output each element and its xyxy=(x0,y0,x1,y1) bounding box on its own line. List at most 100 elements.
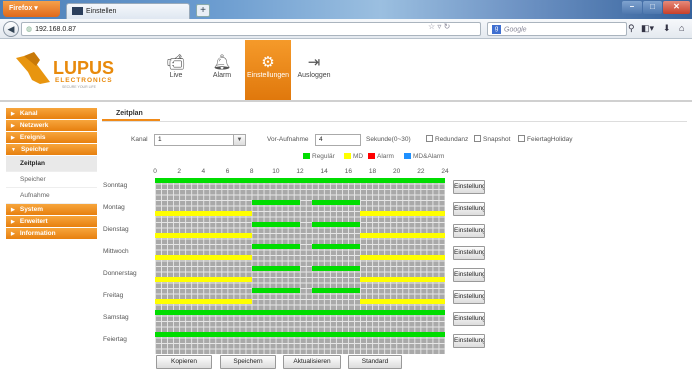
prerecord-input[interactable]: 4 xyxy=(315,134,361,146)
regular-segment xyxy=(312,288,361,293)
chevron-down-icon: ▼ xyxy=(233,135,245,145)
hour-tick: 20 xyxy=(393,168,401,175)
browser-title-bar: Firefox ▾ Einstellen + – □ ✕ xyxy=(0,0,692,19)
setting-button-mittwoch[interactable]: Einstellung xyxy=(453,246,485,260)
schedule-row[interactable] xyxy=(155,244,445,266)
setting-button-sonntag[interactable]: Einstellung xyxy=(453,180,485,194)
redundanz-checkbox[interactable] xyxy=(426,135,433,142)
save-button[interactable]: Speichern xyxy=(220,355,276,369)
hour-tick: 4 xyxy=(201,168,206,175)
download-icon[interactable]: ⬇ xyxy=(663,23,671,34)
legend-swatch xyxy=(344,153,351,160)
dropdown-arrow-icon[interactable]: ▿ xyxy=(437,22,441,31)
md-segment xyxy=(155,255,252,260)
chevron-right-icon: ▶ xyxy=(11,135,15,141)
kanal-value: 1 xyxy=(158,136,162,143)
firefox-menu-button[interactable]: Firefox ▾ xyxy=(3,1,60,17)
day-label-donnerstag: Donnerstag xyxy=(103,270,137,277)
schedule-row[interactable] xyxy=(155,288,445,310)
hour-tick: 16 xyxy=(344,168,352,175)
nav-live[interactable]: 📹︎ Live xyxy=(153,40,199,100)
tab-divider xyxy=(102,121,687,122)
schedule-row[interactable] xyxy=(155,178,445,200)
nav-alarm[interactable]: 🔔︎ Alarm xyxy=(199,40,245,100)
setting-button-samstag[interactable]: Einstellung xyxy=(453,312,485,326)
svg-text:SECURE YOUR LIFE: SECURE YOUR LIFE xyxy=(62,85,97,89)
back-button[interactable]: ◀ xyxy=(3,21,19,37)
home-icon[interactable]: ⌂ xyxy=(679,23,684,33)
sidebar-group-netzwerk[interactable]: ▶ Netzwerk xyxy=(6,120,97,131)
sidebar: ▶ Kanal ▶ Netzwerk ▶ Ereignis ▼ Speicher Zei… xyxy=(6,108,97,240)
url-bar[interactable]: ◍ 192.168.0.87 xyxy=(21,22,481,36)
new-tab-button[interactable]: + xyxy=(196,4,210,17)
reload-icon[interactable]: ↻ xyxy=(444,22,451,31)
nav-ausloggen[interactable]: ⇥ Ausloggen xyxy=(291,40,337,100)
day-label-sonntag: Sonntag xyxy=(103,182,128,189)
minimize-button[interactable]: – xyxy=(622,1,642,14)
globe-icon: ◍ xyxy=(26,26,33,33)
snapshot-checkbox[interactable] xyxy=(474,135,481,142)
sidebar-item-zeitplan[interactable]: Zeitplan xyxy=(6,156,97,172)
regular-segment xyxy=(312,244,361,249)
sidebar-group-information[interactable]: ▶ Information xyxy=(6,228,97,239)
redundanz-label: Redundanz xyxy=(435,136,469,143)
hour-tick: 22 xyxy=(417,168,425,175)
copy-button[interactable]: Kopieren xyxy=(156,355,212,369)
setting-button-feiertag[interactable]: Einstellung xyxy=(453,334,485,348)
hour-tick: 12 xyxy=(296,168,304,175)
holiday-checkbox[interactable] xyxy=(518,135,525,142)
tab-zeitplan[interactable]: Zeitplan xyxy=(102,108,160,121)
sidebar-group-speicher[interactable]: ▼ Speicher xyxy=(6,144,97,155)
search-placeholder: Google xyxy=(504,26,527,34)
prerecord-unit: Sekunde(0~30) xyxy=(366,136,411,143)
schedule-row[interactable] xyxy=(155,200,445,222)
hour-tick: 0 xyxy=(153,168,157,175)
close-window-button[interactable]: ✕ xyxy=(663,1,690,14)
kanal-select[interactable]: 1 ▼ xyxy=(154,134,246,146)
browser-nav-bar: ◀ ◍ 192.168.0.87 ☆ ▿ ↻ g Google ⚲ ◧▾ ⬇ ⌂ xyxy=(0,19,692,39)
bookmarks-icon[interactable]: ◧▾ xyxy=(641,23,654,34)
search-engine-icon: g xyxy=(492,25,501,34)
schedule-row[interactable] xyxy=(155,222,445,244)
sidebar-group-ereignis[interactable]: ▶ Ereignis xyxy=(6,132,97,143)
setting-button-montag[interactable]: Einstellung xyxy=(453,202,485,216)
sidebar-item-aufnahme[interactable]: Aufnahme xyxy=(6,188,97,204)
maximize-button[interactable]: □ xyxy=(643,1,662,14)
hour-tick: 10 xyxy=(272,168,280,175)
schedule-row[interactable] xyxy=(155,332,445,354)
search-icon[interactable]: ⚲ xyxy=(628,23,635,34)
day-label-samstag: Samstag xyxy=(103,314,129,321)
md-segment xyxy=(155,211,252,216)
sidebar-group-erweitert[interactable]: ▶ Erweitert xyxy=(6,216,97,227)
lupus-logo: LUPUS ELECTRONICS SECURE YOUR LIFE xyxy=(16,52,114,89)
browser-tab[interactable]: Einstellen xyxy=(66,3,190,19)
tab-title: Einstellen xyxy=(86,7,117,15)
settings-icon: ⚙ xyxy=(261,54,275,71)
day-label-feiertag: Feiertag xyxy=(103,336,127,343)
schedule-row[interactable] xyxy=(155,310,445,332)
svg-text:ELECTRONICS: ELECTRONICS xyxy=(55,77,113,84)
hour-tick: 2 xyxy=(177,168,181,175)
nav-live-label: Live xyxy=(169,72,183,79)
bookmark-star-icon[interactable]: ☆ xyxy=(428,22,435,31)
hour-tick: 18 xyxy=(368,168,377,175)
setting-button-freitag[interactable]: Einstellung xyxy=(453,290,485,304)
snapshot-label: Snapshot xyxy=(483,136,511,143)
day-label-montag: Montag xyxy=(103,204,125,211)
search-bar[interactable]: g Google xyxy=(487,22,627,36)
sidebar-item-speicher[interactable]: Speicher xyxy=(6,172,97,188)
refresh-button[interactable]: Aktualisieren xyxy=(283,355,341,369)
setting-button-donnerstag[interactable]: Einstellung xyxy=(453,268,485,282)
default-button[interactable]: Standard xyxy=(348,355,402,369)
chevron-right-icon: ▶ xyxy=(11,111,15,117)
regular-segment xyxy=(155,310,445,315)
schedule-row[interactable] xyxy=(155,266,445,288)
nav-einstellungen[interactable]: ⚙ Einstellungen xyxy=(245,40,291,100)
regular-segment xyxy=(251,288,300,293)
svg-text:LUPUS: LUPUS xyxy=(53,58,114,78)
sidebar-group-system[interactable]: ▶ System xyxy=(6,204,97,215)
sidebar-group-kanal[interactable]: ▶ Kanal xyxy=(6,108,97,119)
md-segment xyxy=(155,299,252,304)
setting-button-dienstag[interactable]: Einstellung xyxy=(453,224,485,238)
regular-segment xyxy=(251,244,300,249)
